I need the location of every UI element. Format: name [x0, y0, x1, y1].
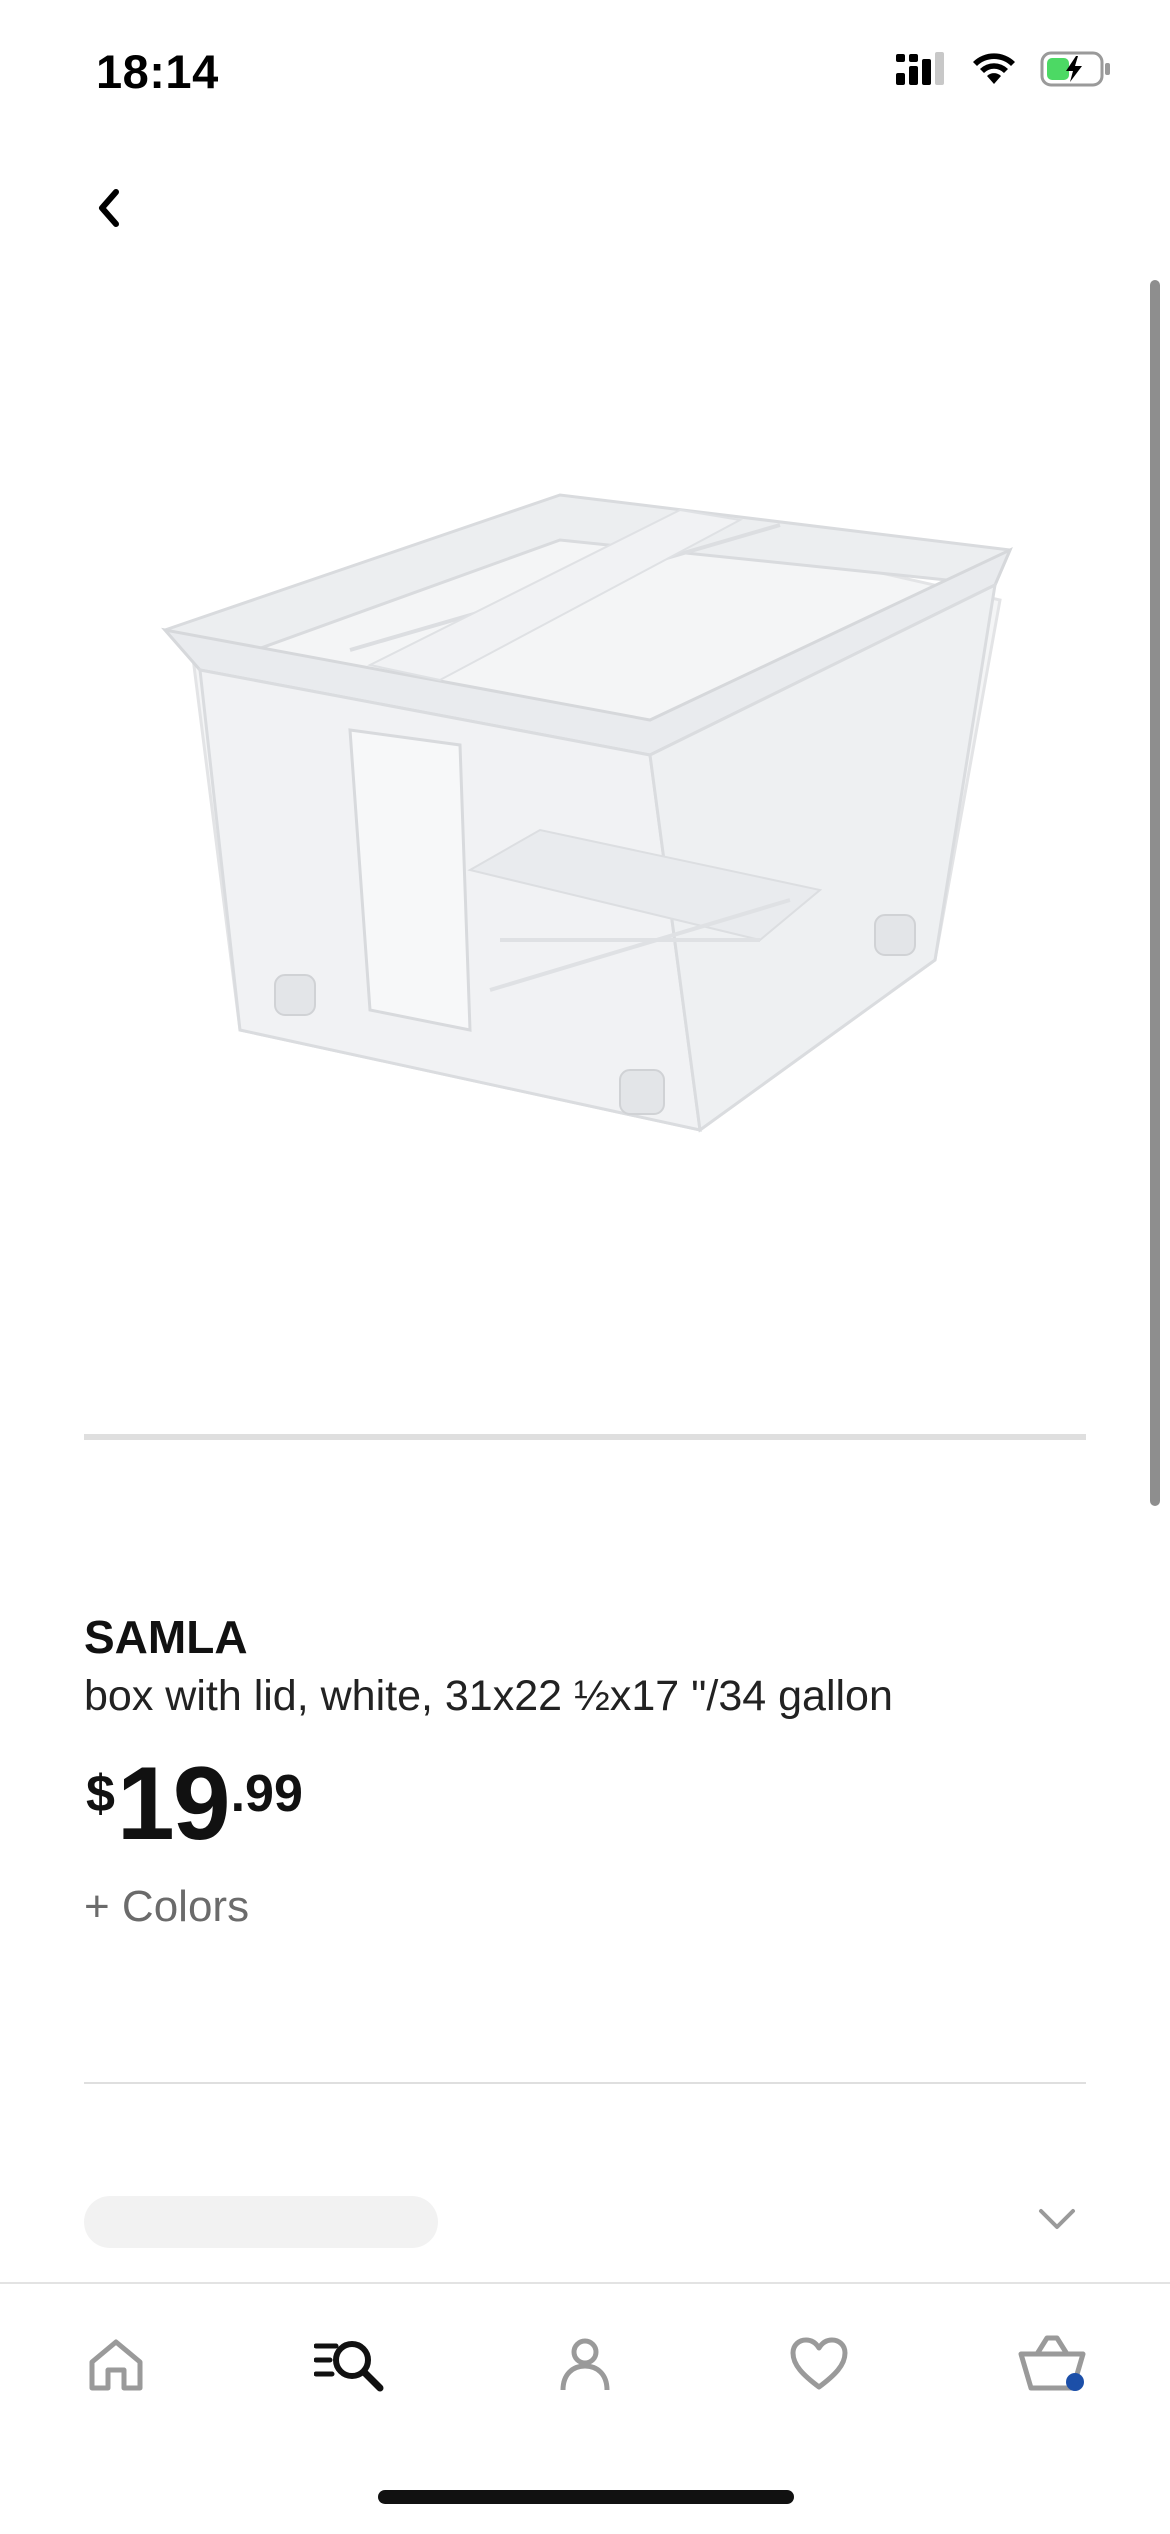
price-cents: .99 — [230, 1765, 303, 1823]
status-icons — [896, 50, 1112, 93]
home-indicator[interactable] — [378, 2490, 794, 2504]
nav-favorites[interactable] — [779, 2324, 859, 2404]
scrollbar[interactable] — [1150, 280, 1160, 1506]
battery-icon — [1040, 50, 1112, 93]
product-name: SAMLA — [84, 1611, 248, 1663]
image-divider — [84, 1434, 1086, 1440]
price-currency: $ — [86, 1765, 115, 1823]
chevron-left-icon — [99, 189, 119, 227]
search-icon — [314, 2341, 384, 2392]
nav-profile[interactable] — [545, 2324, 625, 2404]
product-description: box with lid, white, 31x22 ½x17 "/34 gal… — [84, 1672, 893, 1720]
heart-icon — [790, 2337, 848, 2390]
expand-button[interactable] — [1034, 2196, 1080, 2242]
home-icon — [89, 2339, 143, 2391]
section-divider — [84, 2082, 1086, 2084]
product-price: $ 19 .99 — [86, 1752, 303, 1856]
nav-search[interactable] — [310, 2324, 390, 2404]
nav-basket[interactable] — [1012, 2324, 1092, 2404]
cellular-signal-icon — [896, 51, 948, 92]
basket-badge — [1066, 2373, 1084, 2391]
wifi-icon — [970, 51, 1018, 92]
back-button[interactable] — [80, 180, 136, 236]
colors-link[interactable]: + Colors — [84, 1882, 249, 1932]
status-time: 18:14 — [96, 45, 219, 98]
profile-icon — [560, 2338, 610, 2391]
price-whole: 19 — [116, 1746, 231, 1862]
basket-icon — [1018, 2335, 1086, 2391]
chevron-down-icon — [1039, 2209, 1075, 2229]
nav-home[interactable] — [76, 2324, 156, 2404]
product-image[interactable] — [140, 470, 1040, 1170]
loading-placeholder — [84, 2196, 438, 2248]
